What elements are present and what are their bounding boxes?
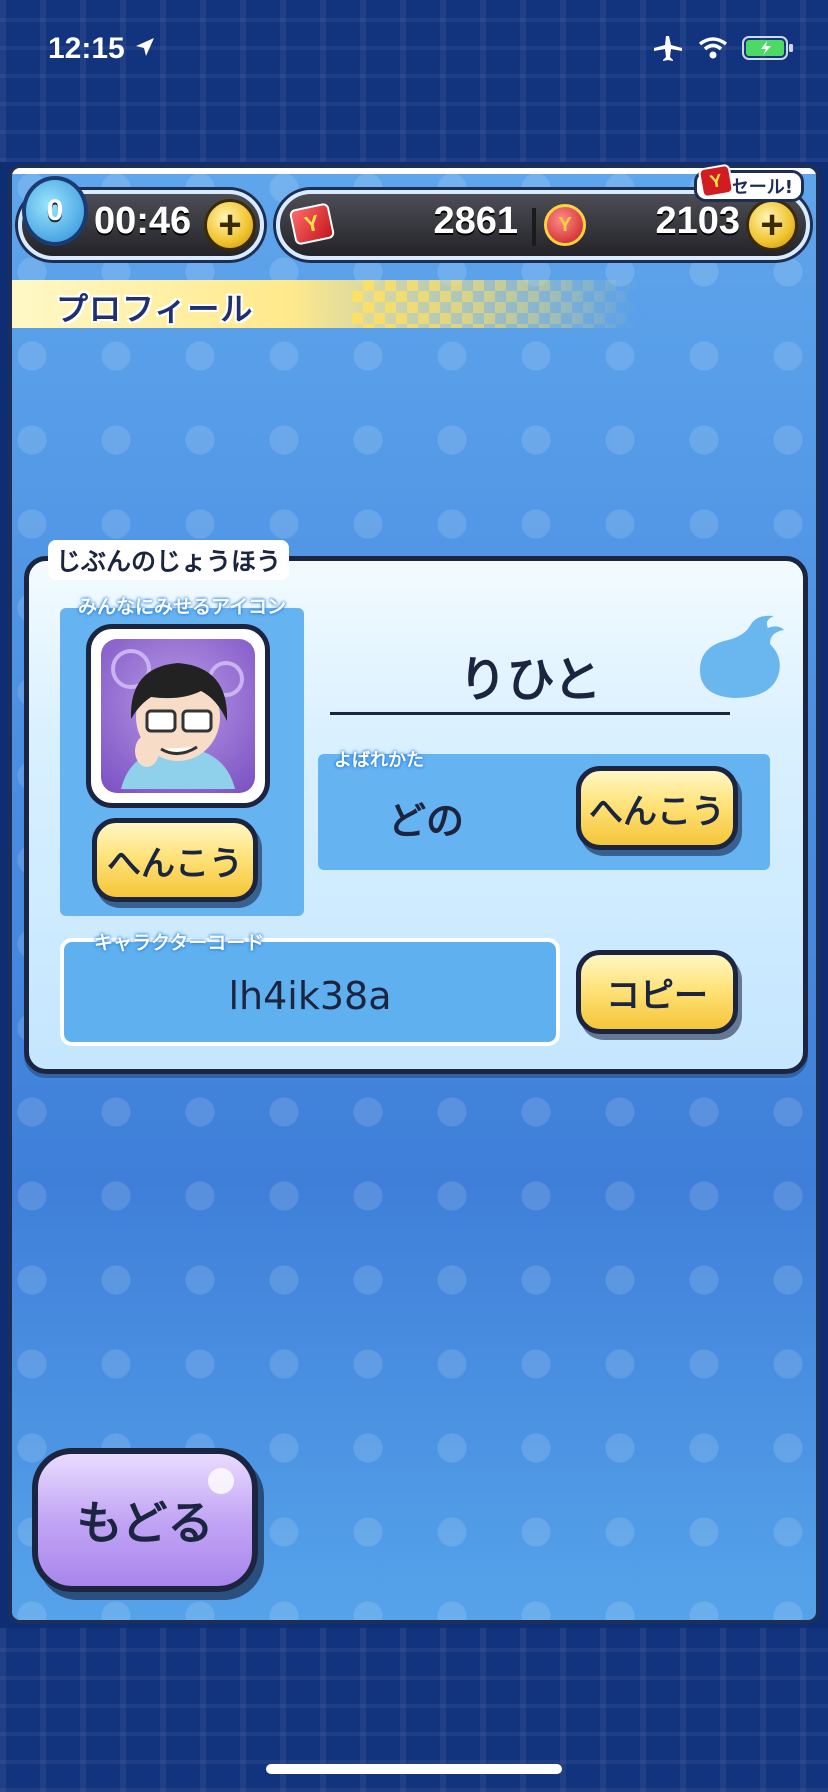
sale-label: セール!	[730, 177, 793, 198]
public-icon-label: みんなにみせるアイコン	[78, 596, 287, 618]
title-ribbon: プロフィール	[12, 280, 642, 328]
spirit-blob-icon	[700, 615, 784, 698]
copy-code-button[interactable]: コピー	[576, 950, 738, 1034]
status-time: 12:15	[48, 32, 125, 65]
currency-bar: 00:46 + 0 Y 2861 Y 2103 +	[18, 176, 810, 280]
stamina-plus-button[interactable]: +	[204, 199, 256, 251]
home-indicator[interactable]	[266, 1764, 562, 1774]
stamina-count: 0	[46, 194, 64, 227]
character-code-value[interactable]: lh4ik38a	[60, 974, 560, 1018]
icon-change-button[interactable]: へんこう	[92, 818, 258, 902]
stamina-timer: 00:46	[94, 200, 192, 242]
avatar-character-icon	[111, 649, 244, 789]
location-arrow-icon	[136, 38, 154, 56]
profile-section-label: じぶんのじょうほう	[48, 540, 290, 580]
name-underline	[330, 712, 730, 715]
top-background-band	[0, 0, 828, 162]
nickname-change-button[interactable]: へんこう	[576, 766, 738, 850]
nickname-label: よばれかた	[334, 750, 424, 771]
nickname-value: どの	[388, 799, 465, 843]
stamina-icon: 0	[22, 176, 88, 246]
ycoin-amount: 2103	[655, 200, 740, 242]
battery-icon	[742, 36, 793, 60]
ymoney-card-icon: Y	[288, 202, 336, 246]
character-code-label: キャラクターコード	[94, 932, 265, 954]
player-name: りひと	[458, 652, 602, 708]
airplane-icon	[654, 36, 682, 61]
page-title: プロフィール	[56, 290, 254, 328]
avatar-frame	[86, 624, 270, 808]
back-button[interactable]: もどる	[32, 1448, 258, 1592]
sale-ymoney-icon: Y	[697, 163, 735, 199]
status-icons	[652, 34, 794, 62]
avatar	[101, 639, 255, 793]
ymoney-amount: 2861	[433, 200, 518, 242]
coin-plus-button[interactable]: +	[746, 199, 798, 251]
currency-divider	[532, 208, 536, 246]
wifi-icon	[698, 37, 728, 59]
ribbon-checker-pattern	[352, 280, 642, 328]
ycoin-icon: Y	[544, 204, 586, 246]
